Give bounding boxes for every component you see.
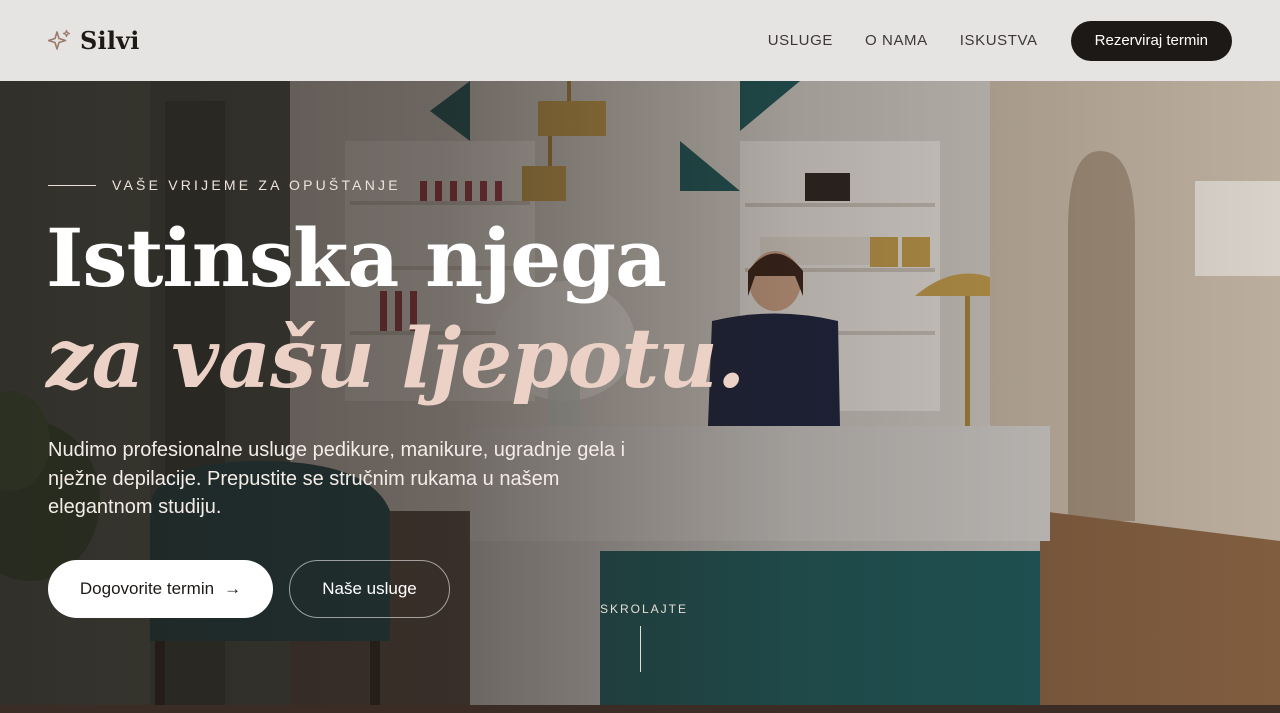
- logo[interactable]: Silvi: [48, 26, 140, 55]
- scroll-indicator[interactable]: SKROLAJTE: [600, 602, 689, 672]
- scroll-label: SKROLAJTE: [600, 602, 689, 616]
- schedule-appointment-label: Dogovorite termin: [79, 579, 215, 598]
- hero-title-line-2: za vašu ljepotu.: [46, 311, 745, 407]
- nav-link-usluge[interactable]: USLUGE: [768, 32, 833, 49]
- site-header: Silvi USLUGE O NAMA ISKUSTVA Rezerviraj …: [0, 0, 1280, 81]
- our-services-button[interactable]: Naše usluge: [289, 560, 450, 618]
- hero-title-line-1: Istinska njega: [46, 211, 667, 305]
- main-nav: USLUGE O NAMA ISKUSTVA Rezerviraj termin: [768, 20, 1232, 61]
- nav-link-iskustva[interactable]: ISKUSTVA: [960, 32, 1038, 49]
- next-section-edge: [0, 705, 1280, 713]
- nav-link-o-nama[interactable]: O NAMA: [865, 32, 928, 49]
- sparkle-icon: [48, 29, 71, 50]
- brand-name: Silvi: [80, 26, 140, 55]
- scroll-line: [639, 626, 641, 672]
- eyebrow-text: VAŠE VRIJEME ZA OPUŠTANJE: [112, 177, 401, 193]
- arrow-right-icon: →: [224, 579, 242, 598]
- hero-eyebrow: VAŠE VRIJEME ZA OPUŠTANJE: [48, 177, 401, 193]
- hero-description: Nudimo profesionalne usluge pedikure, ma…: [48, 439, 626, 518]
- book-appointment-button[interactable]: Rezerviraj termin: [1070, 20, 1232, 61]
- schedule-appointment-button[interactable]: Dogovorite termin →: [48, 560, 273, 618]
- eyebrow-divider: [48, 184, 96, 186]
